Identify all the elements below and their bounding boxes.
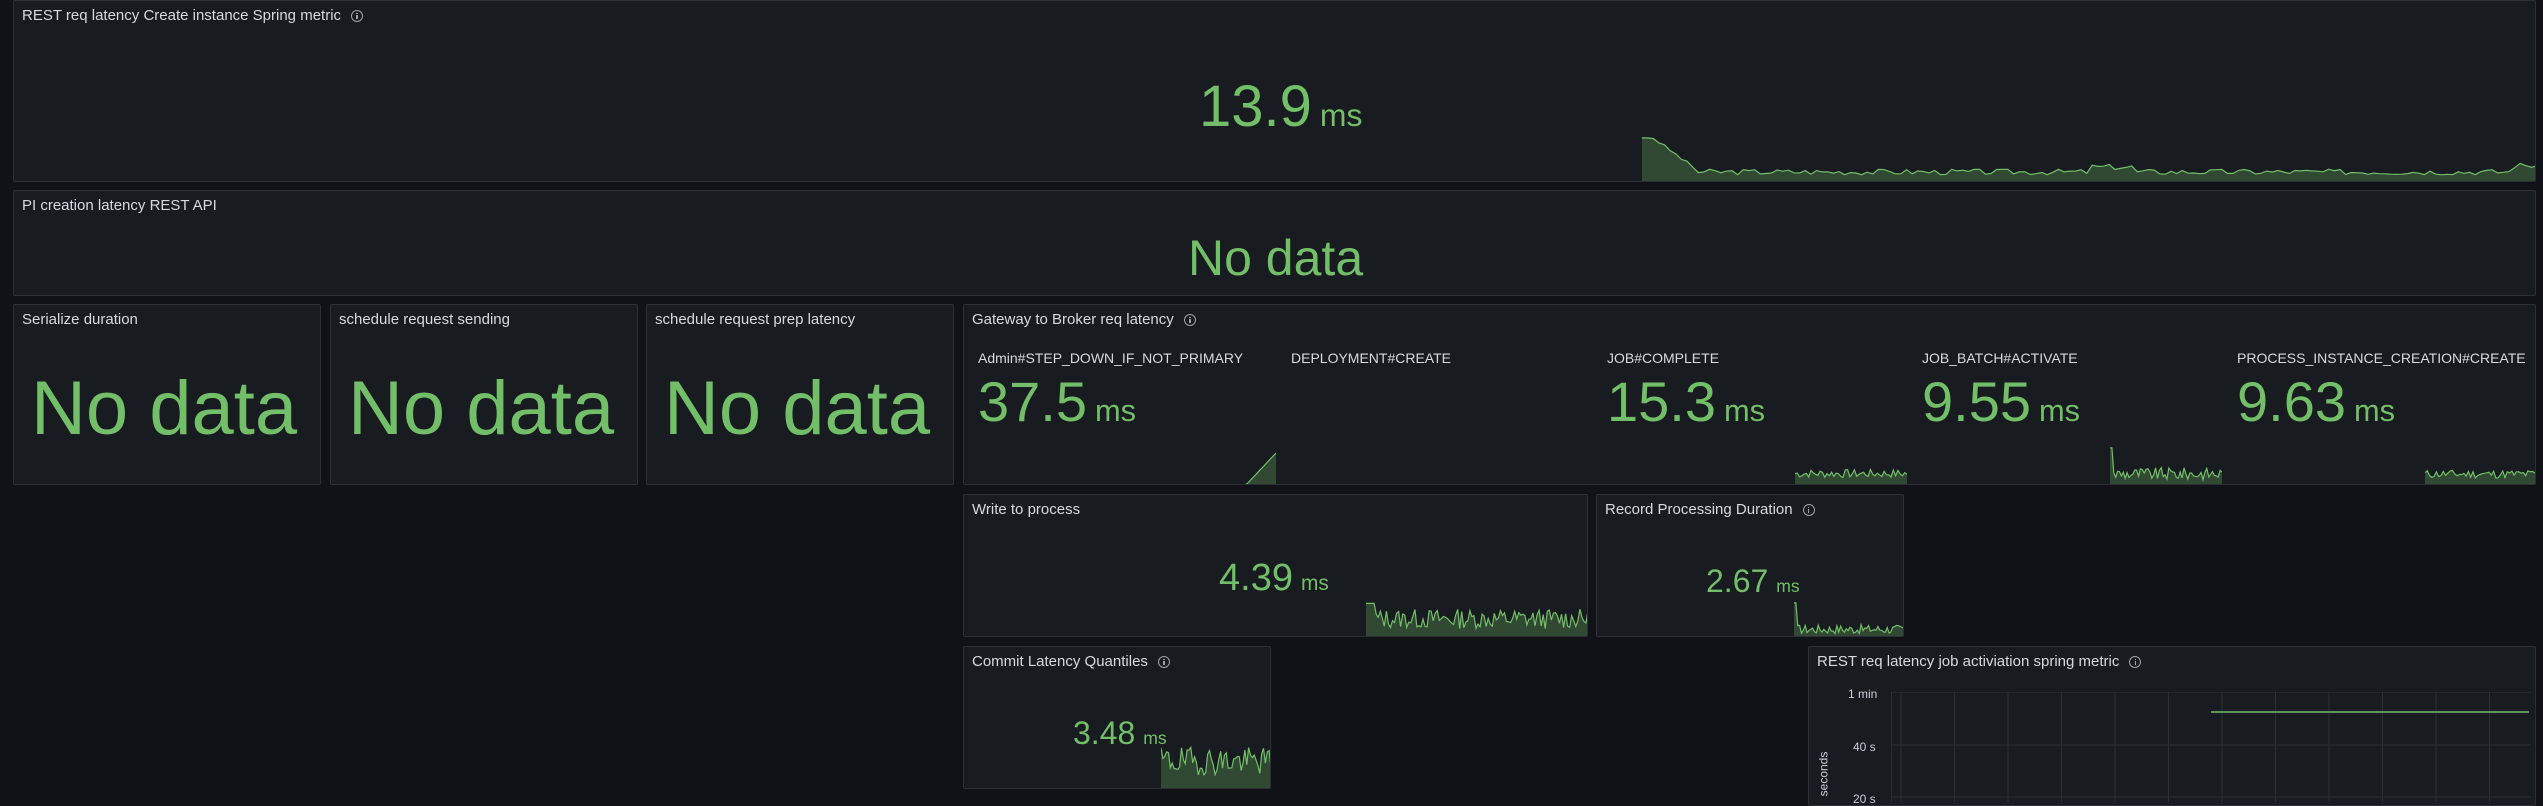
- panel-schedule-request-prep-latency[interactable]: schedule request prep latency No data: [646, 304, 954, 485]
- stat-value: 2.67 ms: [1706, 563, 1800, 599]
- y-tick-label: 40 s: [1853, 740, 1876, 754]
- sparkline: [1794, 602, 1903, 636]
- gateway-item-label: PROCESS_INSTANCE_CREATION#CREATE: [2237, 350, 2526, 366]
- sparkline: [2110, 447, 2222, 484]
- panel-title[interactable]: schedule request prep latency: [655, 311, 855, 328]
- panel-title[interactable]: REST req latency Create instance Spring …: [22, 7, 364, 24]
- panel-gateway-broker-latency[interactable]: Gateway to Broker req latency Admin#STEP…: [963, 304, 2536, 485]
- gateway-item-value: 9.63 ms: [2237, 370, 2396, 433]
- panel-write-to-process[interactable]: Write to process 4.39 ms: [963, 494, 1588, 637]
- panel-pi-creation-latency[interactable]: PI creation latency REST API No data: [13, 190, 2536, 296]
- panel-title[interactable]: PI creation latency REST API: [22, 197, 217, 214]
- y-tick-label: 20 s: [1853, 792, 1876, 806]
- sparkline: [1795, 467, 1907, 484]
- gateway-item-value: 9.55 ms: [1922, 370, 2081, 433]
- panel-title[interactable]: schedule request sending: [339, 311, 510, 328]
- no-data-value: No data: [1188, 230, 1364, 286]
- sparkline: [1642, 137, 2535, 181]
- gateway-item-value: 37.5 ms: [978, 370, 1137, 433]
- panel-title[interactable]: Write to process: [972, 501, 1080, 518]
- panel-title[interactable]: Serialize duration: [22, 311, 138, 328]
- no-data-value: No data: [348, 366, 615, 451]
- no-data-value: No data: [31, 366, 298, 451]
- y-axis-label: seconds: [1816, 751, 1831, 797]
- gateway-item-label: JOB#COMPLETE: [1607, 350, 1720, 366]
- panel-rest-create-instance[interactable]: REST req latency Create instance Spring …: [13, 0, 2536, 182]
- y-tick-label: 1 min: [1848, 687, 1878, 701]
- stat-value: 3.48 ms: [1073, 715, 1167, 751]
- panel-title[interactable]: REST req latency job activiation spring …: [1817, 653, 2142, 670]
- sparkline: [1161, 745, 1270, 788]
- panel-schedule-request-sending[interactable]: schedule request sending No data: [330, 304, 638, 485]
- panel-commit-latency-quantiles[interactable]: Commit Latency Quantiles 3.48 ms: [963, 646, 1271, 789]
- info-icon[interactable]: [1802, 503, 1815, 516]
- gateway-item-label: JOB_BATCH#ACTIVATE: [1922, 350, 2078, 366]
- info-icon[interactable]: [1157, 655, 1170, 668]
- gateway-item-label: DEPLOYMENT#CREATE: [1291, 350, 1451, 366]
- info-icon[interactable]: [2129, 655, 2142, 668]
- sparkline: [1366, 602, 1587, 636]
- info-icon[interactable]: [351, 9, 364, 22]
- panel-rest-job-activation[interactable]: REST req latency job activiation spring …: [1808, 646, 2536, 806]
- panel-title[interactable]: Gateway to Broker req latency: [972, 311, 1196, 328]
- panel-title[interactable]: Record Processing Duration: [1605, 501, 1815, 518]
- gateway-item-label: Admin#STEP_DOWN_IF_NOT_PRIMARY: [978, 350, 1244, 366]
- no-data-value: No data: [664, 366, 931, 451]
- sparkline: [2425, 469, 2535, 484]
- gateway-item-value: 15.3 ms: [1607, 370, 1766, 433]
- timeseries-plot: [1891, 692, 2531, 802]
- stat-value: 13.9 ms: [1199, 74, 1363, 139]
- panel-title[interactable]: Commit Latency Quantiles: [972, 653, 1170, 670]
- sparkline: [1245, 452, 1276, 484]
- info-icon[interactable]: [1183, 313, 1196, 326]
- panel-record-processing-duration[interactable]: Record Processing Duration 2.67 ms: [1596, 494, 1904, 637]
- panel-serialize-duration[interactable]: Serialize duration No data: [13, 304, 321, 485]
- stat-value: 4.39 ms: [1219, 557, 1329, 599]
